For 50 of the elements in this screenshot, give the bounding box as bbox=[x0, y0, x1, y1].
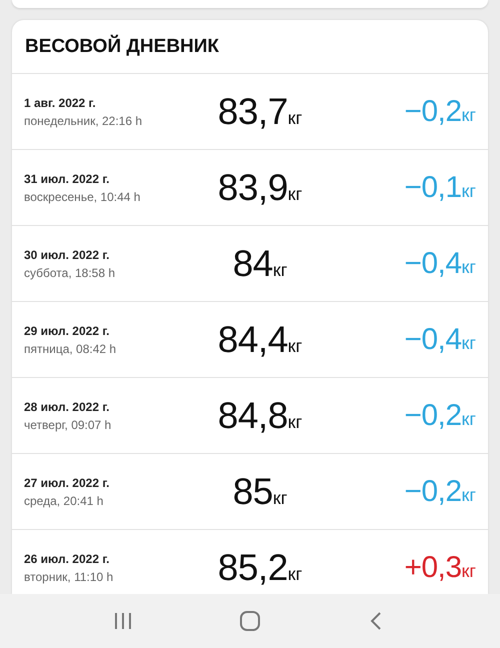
diary-entry[interactable]: 29 июл. 2022 г. пятница, 08:42 h 84,4кг −0,4кг bbox=[12, 302, 488, 378]
weight-value: 84,4 bbox=[218, 318, 288, 360]
entry-day-time: вторник, 11:10 h bbox=[24, 570, 114, 584]
weight-change: −0,2 bbox=[404, 398, 462, 432]
weight-change: −0,2 bbox=[404, 474, 462, 508]
weight-change: −0,1 bbox=[404, 170, 462, 204]
change-unit: кг bbox=[462, 560, 476, 582]
card-title: ВЕСОВОЙ ДНЕВНИК bbox=[12, 20, 488, 74]
change-unit: кг bbox=[462, 104, 476, 126]
weight-unit: кг bbox=[288, 564, 302, 584]
entry-date: 28 июл. 2022 г. bbox=[24, 400, 110, 414]
weight-change: +0,3 bbox=[404, 550, 462, 584]
change-unit: кг bbox=[462, 180, 476, 202]
entry-date: 1 авг. 2022 г. bbox=[24, 96, 97, 110]
diary-entry[interactable]: 27 июл. 2022 г. среда, 20:41 h 85кг −0,2кг bbox=[12, 454, 488, 530]
weight-value: 83,9 bbox=[218, 166, 288, 208]
entry-day-time: суббота, 18:58 h bbox=[24, 266, 116, 280]
weight-unit: кг bbox=[288, 184, 302, 204]
weight-value: 84,8 bbox=[218, 394, 288, 436]
weight-unit: кг bbox=[288, 108, 302, 128]
entry-day-time: воскресенье, 10:44 h bbox=[24, 190, 142, 204]
entry-day-time: понедельник, 22:16 h bbox=[24, 114, 144, 128]
entry-date: 30 июл. 2022 г. bbox=[24, 248, 110, 262]
entry-date: 26 июл. 2022 г. bbox=[24, 552, 110, 566]
change-unit: кг bbox=[462, 256, 476, 278]
entry-day-time: пятница, 08:42 h bbox=[24, 342, 118, 356]
entry-day-time: среда, 20:41 h bbox=[24, 494, 104, 508]
weight-change: −0,2 bbox=[404, 94, 462, 128]
entry-date: 29 июл. 2022 г. bbox=[24, 324, 110, 338]
diary-entry[interactable]: 31 июл. 2022 г. воскресенье, 10:44 h 83,9кг −0,1кг bbox=[12, 150, 488, 226]
weight-unit: кг bbox=[288, 336, 302, 356]
diary-entry[interactable]: 28 июл. 2022 г. четверг, 09:07 h 84,8кг −0,2кг bbox=[12, 378, 488, 454]
weight-value: 85,2 bbox=[218, 546, 288, 588]
weight-value: 84 bbox=[232, 242, 273, 284]
weight-change: −0,4 bbox=[404, 322, 462, 356]
change-unit: кг bbox=[462, 332, 476, 354]
entry-day-time: четверг, 09:07 h bbox=[24, 418, 112, 432]
weight-unit: кг bbox=[272, 260, 288, 280]
entry-date: 31 июл. 2022 г. bbox=[24, 172, 110, 186]
entry-date: 27 июл. 2022 г. bbox=[24, 476, 110, 490]
weight-value: 85 bbox=[232, 470, 273, 512]
home-icon[interactable] bbox=[238, 609, 262, 633]
diary-entry[interactable]: 1 авг. 2022 г. понедельник, 22:16 h 83,7кг −0,2кг bbox=[12, 74, 488, 150]
weight-unit: кг bbox=[272, 488, 288, 508]
change-unit: кг bbox=[462, 484, 476, 506]
change-unit: кг bbox=[462, 408, 476, 430]
weight-change: −0,4 bbox=[404, 246, 462, 280]
weight-unit: кг bbox=[288, 412, 302, 432]
weight-value: 83,7 bbox=[218, 90, 288, 132]
diary-entry[interactable]: 30 июл. 2022 г. суббота, 18:58 h 84кг −0,4кг bbox=[12, 226, 488, 302]
